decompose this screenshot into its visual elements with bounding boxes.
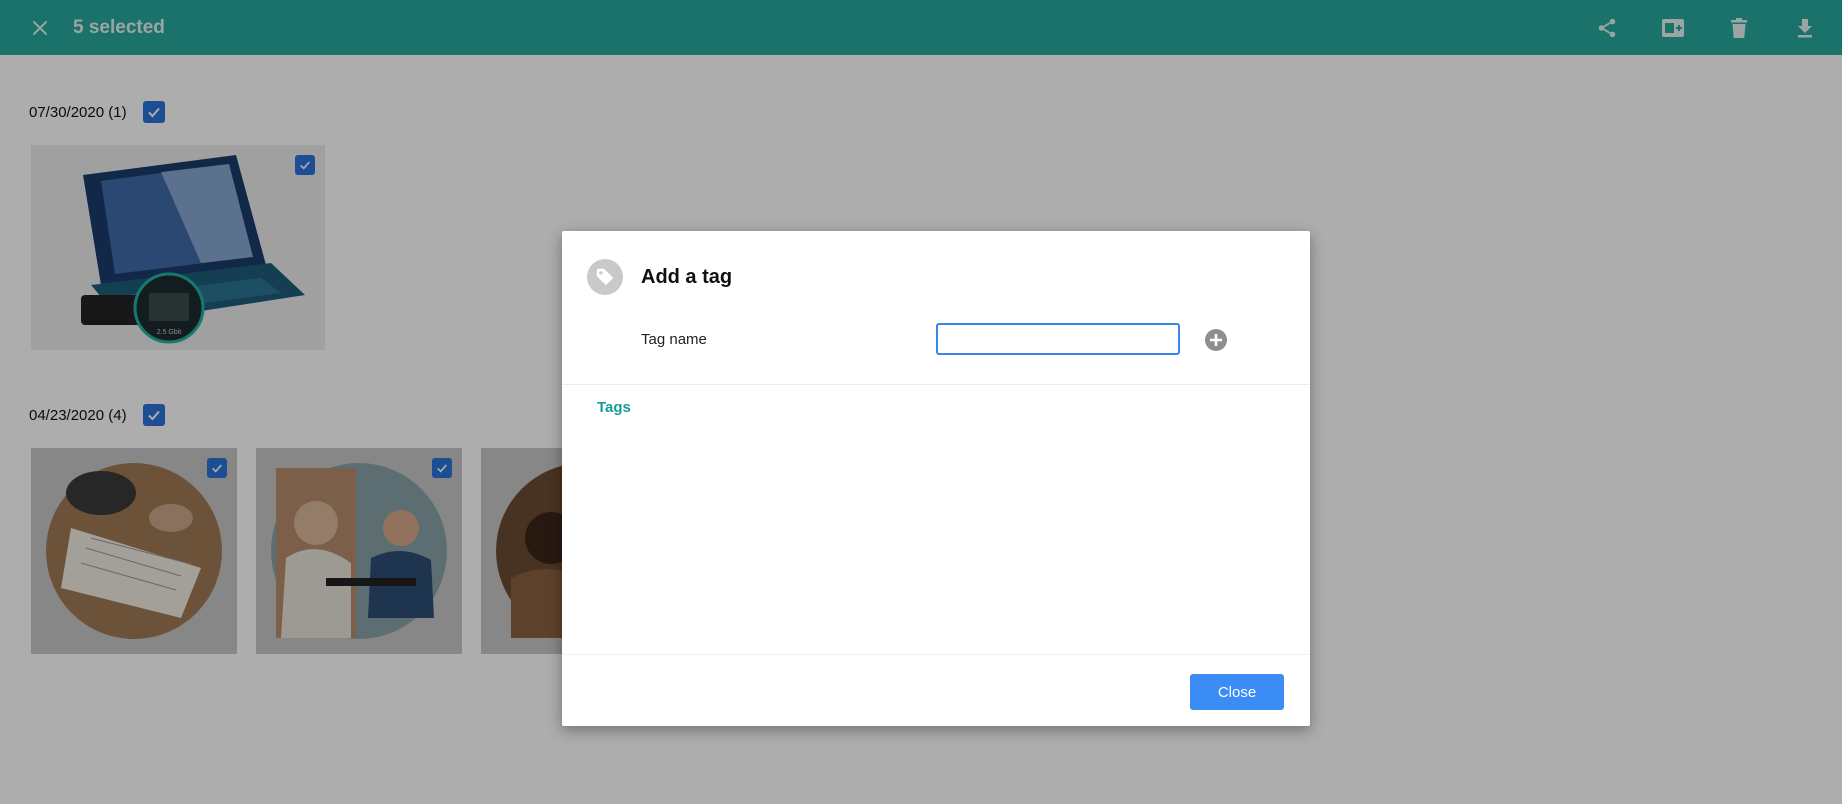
divider bbox=[562, 654, 1310, 655]
tag-name-label: Tag name bbox=[641, 331, 707, 348]
add-tag-dialog: Add a tag Tag name Tags Close bbox=[562, 231, 1310, 726]
close-button[interactable]: Close bbox=[1190, 674, 1284, 710]
dialog-header: Add a tag bbox=[587, 259, 732, 295]
dialog-title: Add a tag bbox=[641, 265, 733, 288]
tags-heading: Tags bbox=[597, 399, 631, 416]
tags-list bbox=[597, 426, 1277, 656]
tag-icon bbox=[587, 259, 623, 295]
tag-name-row: Tag name bbox=[641, 323, 1281, 357]
plus-circle-icon[interactable] bbox=[1204, 328, 1228, 352]
divider bbox=[562, 384, 1310, 385]
tag-name-input[interactable] bbox=[936, 323, 1180, 355]
